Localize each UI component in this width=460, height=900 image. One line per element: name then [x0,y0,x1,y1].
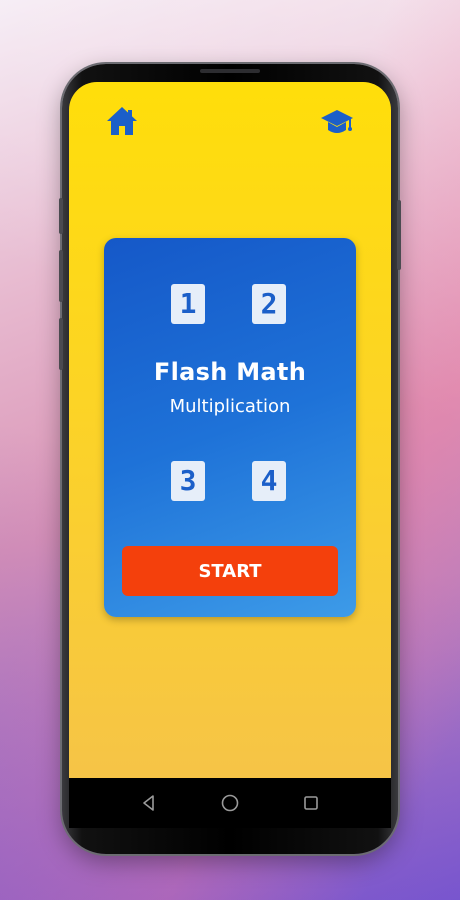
phone-speaker [200,69,260,73]
home-circle-icon[interactable] [220,793,240,813]
game-card: 1 2 Flash Math Multiplication 3 4 START [104,238,356,617]
graduation-cap-icon[interactable] [320,104,354,138]
phone-volume-up-button [59,198,63,234]
back-icon[interactable] [139,793,159,813]
phone-volume-down-button [59,250,63,302]
app-subtitle: Multiplication [169,396,291,417]
recent-apps-icon[interactable] [301,793,321,813]
start-button[interactable]: START [122,546,338,596]
app-title: Flash Math [153,358,307,386]
number-tile: 1 [171,284,205,324]
number-tile: 3 [171,461,205,501]
app-screen: 1 2 Flash Math Multiplication 3 4 START [69,82,391,778]
number-tile: 2 [252,284,286,324]
android-nav-bar [69,778,391,828]
phone-power-button [397,200,401,270]
home-icon[interactable] [105,104,139,138]
number-tile: 4 [252,461,286,501]
phone-side-button [59,318,63,370]
